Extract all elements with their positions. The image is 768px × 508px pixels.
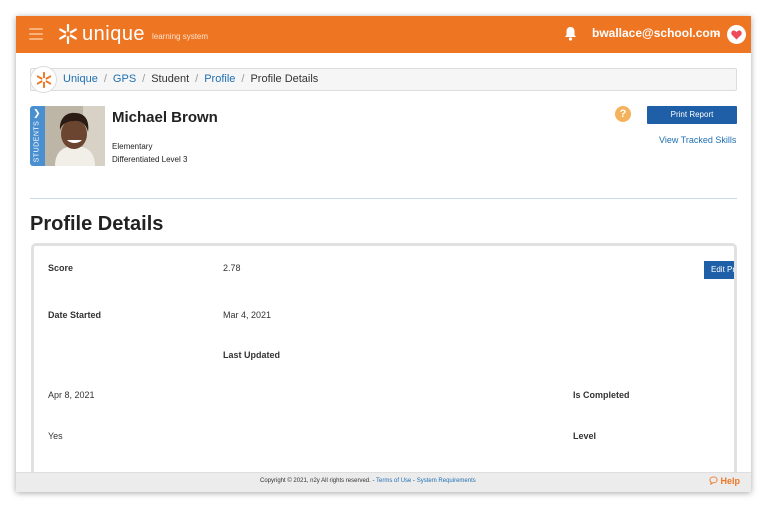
student-name: Michael Brown (112, 109, 218, 126)
students-tab-label: STUDENTS (33, 120, 41, 163)
last-updated-label: Last Updated (223, 350, 281, 360)
chat-bubble-icon (709, 476, 718, 486)
breadcrumb-gps[interactable]: GPS (113, 73, 136, 85)
breadcrumb-separator: / (142, 73, 146, 85)
breadcrumb-separator: / (103, 73, 107, 85)
help-label: Help (720, 476, 741, 486)
section-divider (30, 198, 737, 199)
date-started-label: Date Started (48, 310, 102, 320)
date-started-value: Mar 4, 2021 (223, 310, 272, 320)
user-email-menu[interactable]: bwallace@school.com (592, 26, 720, 40)
view-tracked-skills-link[interactable]: View Tracked Skills (659, 135, 736, 145)
copyright-text: Copyright © 2021, n2y All rights reserve… (260, 478, 377, 484)
snowflake-logo-icon (59, 24, 77, 44)
footer: Copyright © 2021, n2y All rights reserve… (16, 472, 751, 492)
score-value: 2.78 (223, 263, 241, 273)
student-photo (45, 106, 105, 166)
app-window: unique learning system bwallace@school.c… (16, 16, 751, 492)
last-updated-value: Apr 8, 2021 (48, 390, 95, 400)
student-grade: Elementary (112, 142, 153, 151)
breadcrumb-unique[interactable]: Unique (63, 73, 98, 85)
help-icon[interactable]: ? (615, 106, 631, 122)
breadcrumb-separator: / (241, 73, 245, 85)
app-logo-text[interactable]: unique (82, 22, 145, 46)
chevron-down-icon[interactable]: ⌄ (713, 27, 721, 38)
menu-icon[interactable] (29, 28, 43, 40)
profile-details-card: Score 2.78 Edit Profile Date Started Mar… (31, 243, 737, 492)
student-level: Differentiated Level 3 (112, 155, 188, 164)
breadcrumb-profile[interactable]: Profile (204, 73, 235, 85)
breadcrumb: Unique / GPS / Student / Profile / Profile Detai… (63, 73, 318, 85)
system-requirements-link[interactable]: System Requirements (417, 478, 476, 484)
level-label: Level (573, 431, 597, 441)
is-completed-label: Is Completed (573, 390, 630, 400)
is-completed-value: Yes (48, 431, 63, 441)
students-panel-toggle[interactable]: ❯ STUDENTS (30, 106, 45, 166)
breadcrumb-separator: / (195, 73, 199, 85)
bell-icon[interactable] (564, 26, 577, 41)
top-navigation-bar: unique learning system bwallace@school.c… (16, 16, 751, 53)
app-logo-subtitle: learning system (152, 32, 209, 41)
edit-profile-button[interactable]: Edit Profile (704, 261, 734, 279)
terms-of-use-link[interactable]: Terms of Use (376, 478, 411, 484)
heart-icon (731, 30, 742, 40)
breadcrumb-logo (30, 66, 57, 93)
help-button[interactable]: Help (709, 476, 740, 486)
page-title: Profile Details (30, 213, 164, 235)
avatar[interactable] (727, 25, 746, 44)
snowflake-icon (36, 72, 52, 88)
student-portrait-image (45, 106, 105, 166)
score-label: Score (48, 263, 74, 273)
breadcrumb-student: Student (151, 73, 190, 85)
print-report-button[interactable]: Print Report (647, 106, 737, 124)
breadcrumb-current: Profile Details (250, 73, 319, 85)
footer-text: Copyright © 2021, n2y All rights reserve… (260, 478, 476, 484)
